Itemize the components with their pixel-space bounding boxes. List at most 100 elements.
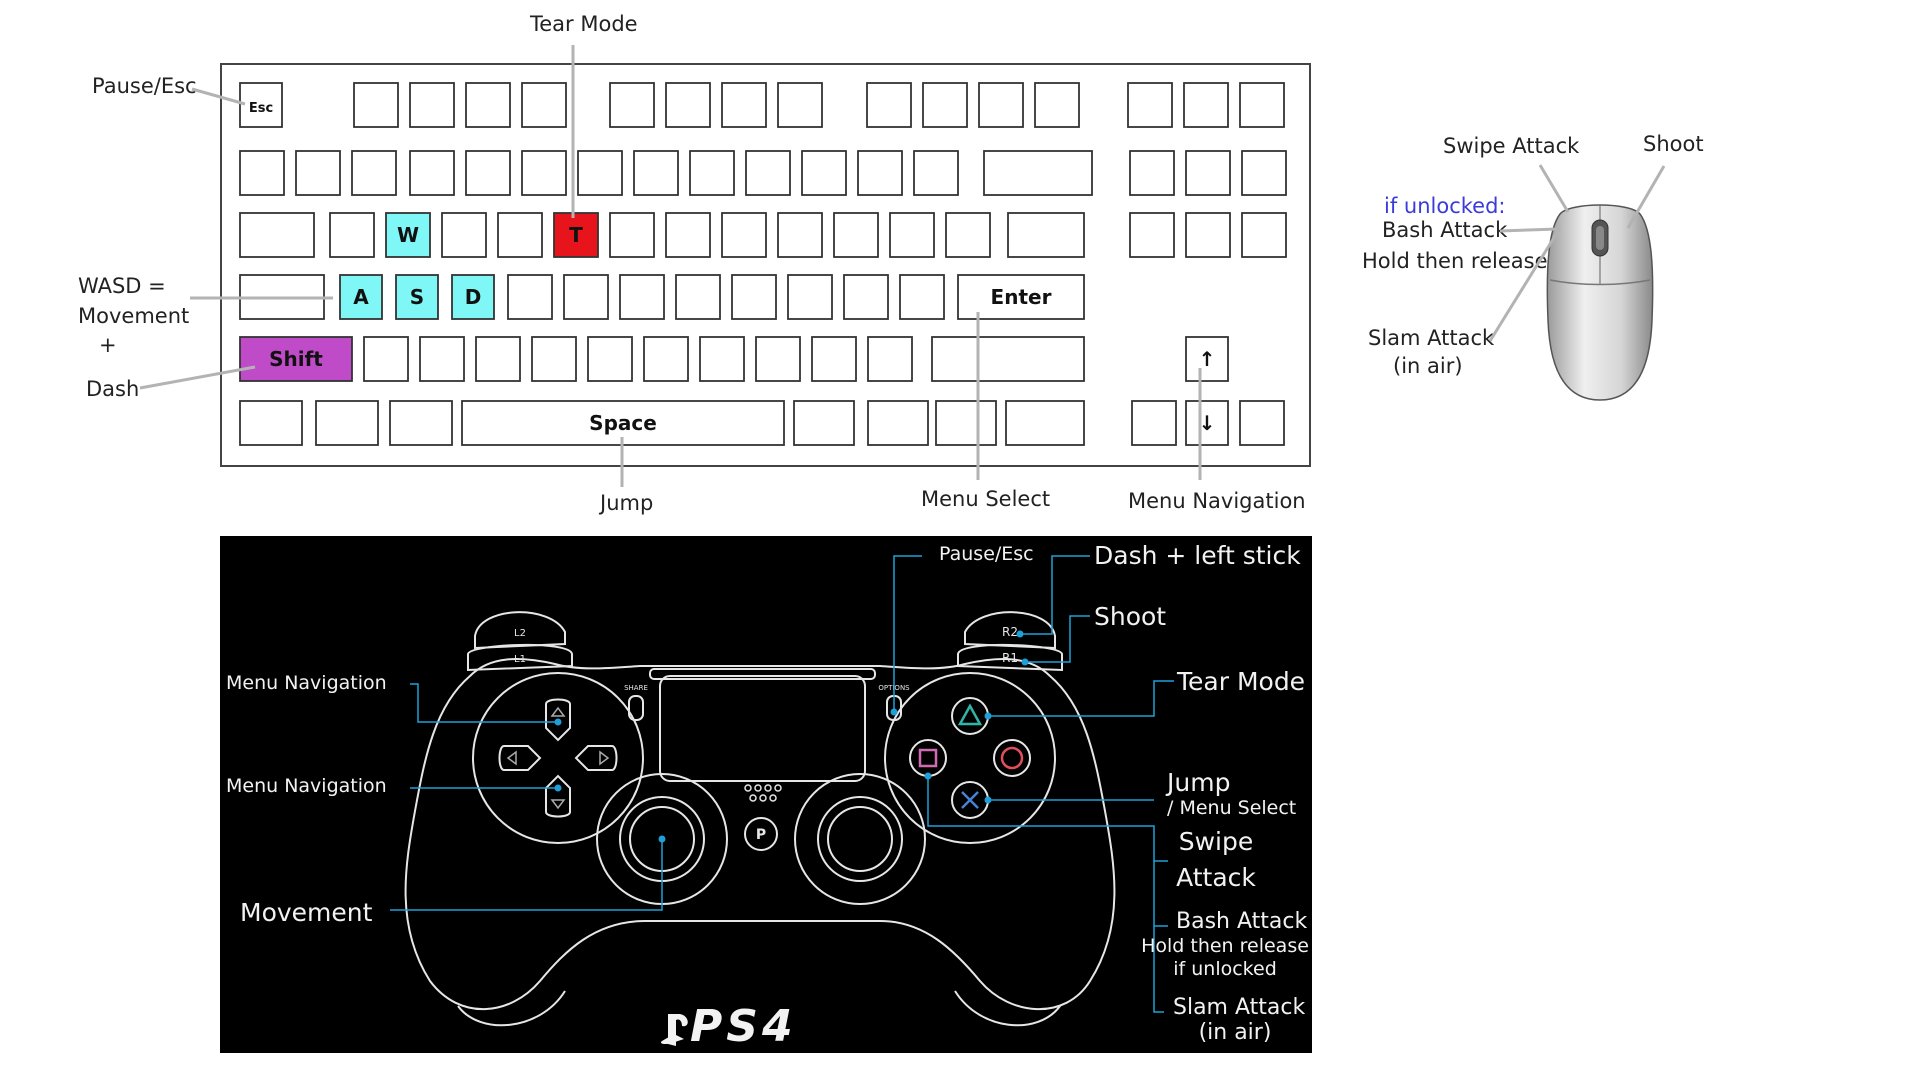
r2-text: R2 xyxy=(1002,625,1018,639)
key-function xyxy=(777,82,823,128)
circle-button xyxy=(993,739,1031,777)
key-backslash xyxy=(1007,212,1085,258)
key-number xyxy=(745,150,791,196)
key-function xyxy=(353,82,399,128)
key-function xyxy=(465,82,511,128)
pad-label-dash-left-stick: Dash + left stick xyxy=(1094,541,1301,570)
key-enter-label: Enter xyxy=(991,285,1052,309)
key-letter xyxy=(833,212,879,258)
pad-label-swipe: Swipe xyxy=(1178,827,1254,856)
triangle-button xyxy=(951,697,989,735)
key-letter xyxy=(889,212,935,258)
key-nav xyxy=(1129,212,1175,258)
key-letter xyxy=(787,274,833,320)
label-jump: Jump xyxy=(600,491,654,515)
key-number xyxy=(913,150,959,196)
key-number xyxy=(857,150,903,196)
key-arrow-left xyxy=(1131,400,1177,446)
key-letter xyxy=(777,212,823,258)
label-hold-then-release: Hold then release xyxy=(1362,249,1548,273)
svg-text:P: P xyxy=(756,827,766,843)
key-letter xyxy=(563,274,609,320)
key-number xyxy=(351,150,397,196)
pad-label-tear-mode: Tear Mode xyxy=(1177,667,1306,696)
key-arrow-up-label: ↑ xyxy=(1199,347,1216,371)
key-nav xyxy=(1241,212,1287,258)
key-number xyxy=(633,150,679,196)
key-letter xyxy=(945,212,991,258)
right-stick-outer xyxy=(794,773,926,905)
pad-label-menu-navigation-1: Menu Navigation xyxy=(226,672,387,694)
key-letter xyxy=(665,212,711,258)
pad-label-menu-select: / Menu Select xyxy=(1167,797,1297,819)
key-s-label: S xyxy=(410,285,424,309)
key-function xyxy=(665,82,711,128)
key-backspace xyxy=(983,150,1093,196)
key-function xyxy=(409,82,455,128)
key-letter xyxy=(507,274,553,320)
key-nav xyxy=(1129,150,1175,196)
key-modifier xyxy=(867,400,929,446)
key-function xyxy=(1239,82,1285,128)
r1-text: R1 xyxy=(1002,651,1018,665)
key-function xyxy=(609,82,655,128)
pad-label-jump: Jump xyxy=(1167,768,1231,797)
key-letter xyxy=(867,336,913,382)
key-a-label: A xyxy=(353,285,369,309)
key-number xyxy=(521,150,567,196)
key-number xyxy=(239,150,285,196)
key-right-shift xyxy=(931,336,1085,382)
key-modifier xyxy=(935,400,997,446)
key-number xyxy=(577,150,623,196)
key-a: A xyxy=(339,274,383,320)
key-arrow-down: ↓ xyxy=(1185,400,1229,446)
key-arrow-down-label: ↓ xyxy=(1199,411,1216,435)
key-q xyxy=(329,212,375,258)
key-w: W xyxy=(385,212,431,258)
key-letter xyxy=(363,336,409,382)
key-nav xyxy=(1241,150,1287,196)
key-number xyxy=(465,150,511,196)
key-function xyxy=(1034,82,1080,128)
key-d-label: D xyxy=(465,285,482,309)
key-letter xyxy=(811,336,857,382)
key-function xyxy=(978,82,1024,128)
key-number xyxy=(409,150,455,196)
key-function xyxy=(922,82,968,128)
label-wasd-eq: WASD = xyxy=(78,274,166,298)
key-number xyxy=(801,150,847,196)
key-modifier xyxy=(793,400,855,446)
key-s: S xyxy=(395,274,439,320)
keyboard-panel: Esc W T A S D Enter Shift ↑ Space ↓ xyxy=(220,63,1311,467)
pad-label-in-air: (in air) xyxy=(1198,1020,1272,1045)
key-caps xyxy=(239,274,325,320)
pad-label-attack: Attack xyxy=(1176,863,1256,892)
pad-label-hold-then-release: Hold then release xyxy=(1141,935,1309,957)
key-t-label: T xyxy=(569,223,583,247)
key-letter xyxy=(419,336,465,382)
key-letter xyxy=(675,274,721,320)
mouse-diagram xyxy=(1546,204,1654,401)
label-menu-select: Menu Select xyxy=(921,487,1051,511)
key-w-label: W xyxy=(397,223,419,247)
key-letter xyxy=(531,336,577,382)
key-letter xyxy=(619,274,665,320)
label-dash: Dash xyxy=(86,377,140,401)
key-d: D xyxy=(451,274,495,320)
key-letter xyxy=(731,274,777,320)
pad-label-menu-navigation-2: Menu Navigation xyxy=(226,775,387,797)
key-modifier xyxy=(389,400,453,446)
key-letter xyxy=(475,336,521,382)
key-shift-label: Shift xyxy=(269,347,323,371)
key-letter xyxy=(699,336,745,382)
key-t: T xyxy=(553,212,599,258)
dpad-left xyxy=(498,745,542,771)
key-function xyxy=(1183,82,1229,128)
pad-label-slam-attack: Slam Attack xyxy=(1173,995,1306,1020)
key-space: Space xyxy=(461,400,785,446)
key-arrow-up: ↑ xyxy=(1185,336,1229,382)
key-letter xyxy=(721,212,767,258)
l2-text: L2 xyxy=(514,628,526,639)
dpad-down xyxy=(545,774,571,818)
label-pause-esc: Pause/Esc xyxy=(92,74,197,98)
